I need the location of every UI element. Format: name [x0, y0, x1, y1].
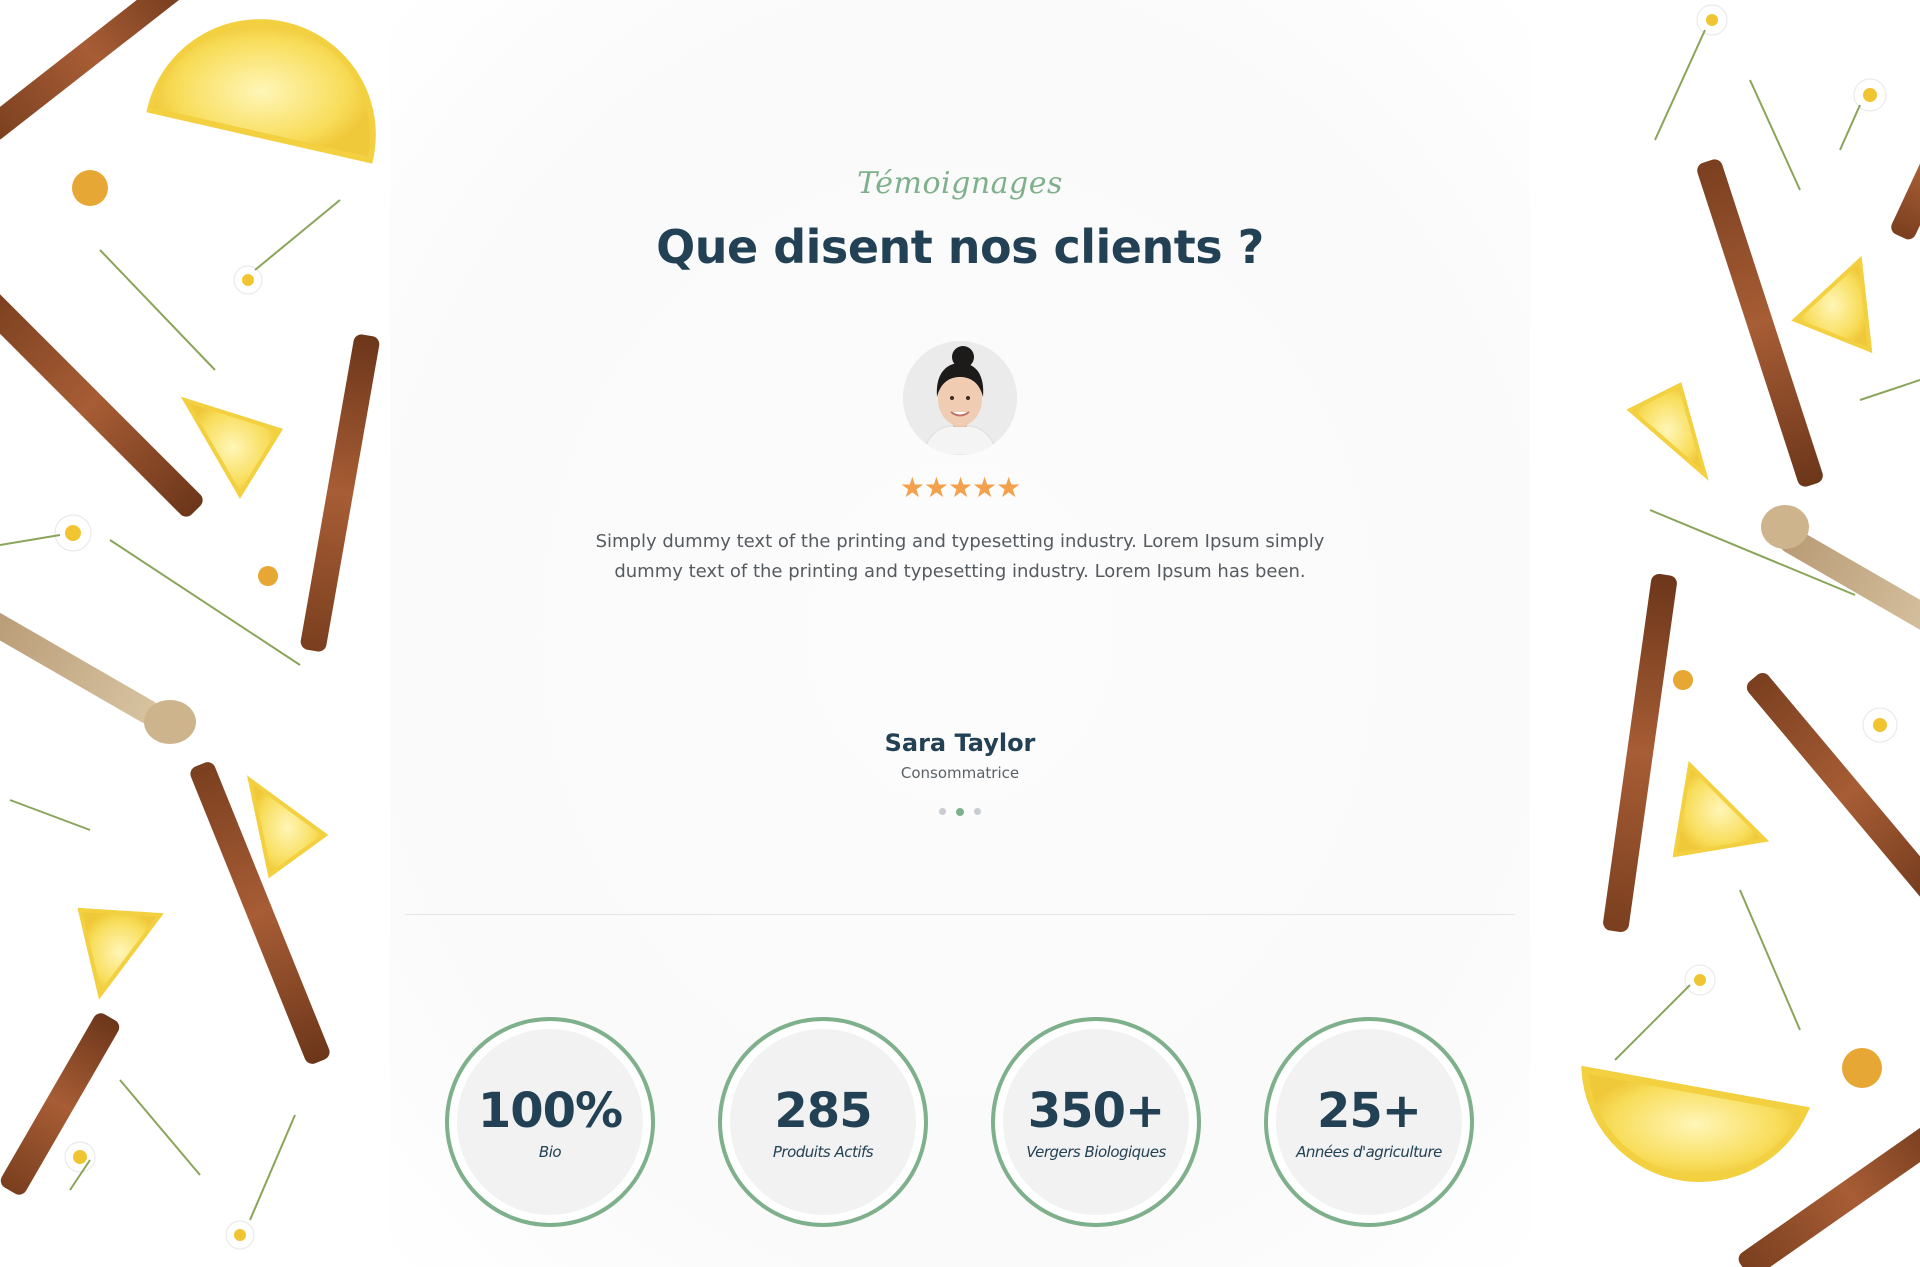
wooden-pestle: [1761, 505, 1920, 639]
stat-label: Bio: [538, 1143, 562, 1161]
stat-value: 100%: [477, 1083, 623, 1139]
lemon-slice: [1581, 255, 1873, 1183]
carousel-dot-1[interactable]: [938, 808, 946, 816]
stat-value: 285: [774, 1083, 872, 1139]
person-portrait-icon: [903, 341, 1017, 455]
rating-stars: ★★★★★: [899, 472, 1022, 503]
stat-organic: 100% Bio: [445, 1017, 655, 1227]
stat-value: 350+: [1027, 1083, 1165, 1139]
stat-active-products: 285 Produits Actifs: [718, 1017, 928, 1227]
section-divider: [405, 914, 1515, 915]
stat-label: Produits Actifs: [772, 1143, 874, 1161]
stat-organic-orchards: 350+ Vergers Biologiques: [991, 1017, 1201, 1227]
wooden-pestle: [0, 610, 196, 744]
carousel-dot-2[interactable]: [956, 807, 964, 816]
section-kicker: Témoignages: [857, 166, 1063, 201]
section-title: Que disent nos clients ?: [656, 220, 1264, 274]
stat-label: Années d'agriculture: [1296, 1143, 1442, 1161]
author-role: Consommatrice: [900, 764, 1020, 782]
stat-label: Vergers Biologiques: [1026, 1143, 1166, 1161]
author-name: Sara Taylor: [884, 729, 1036, 757]
stat-years-farming: 25+ Années d'agriculture: [1264, 1017, 1474, 1227]
testimonials-section: Témoignages Que disent nos clients ? ★★★…: [0, 0, 1920, 1267]
avatar: [903, 341, 1017, 455]
stat-value: 25+: [1316, 1083, 1422, 1139]
carousel-dot-3[interactable]: [974, 808, 982, 816]
testimonial-quote: Simply dummy text of the printing and ty…: [595, 531, 1325, 582]
carousel-pagination: [0, 803, 1920, 821]
